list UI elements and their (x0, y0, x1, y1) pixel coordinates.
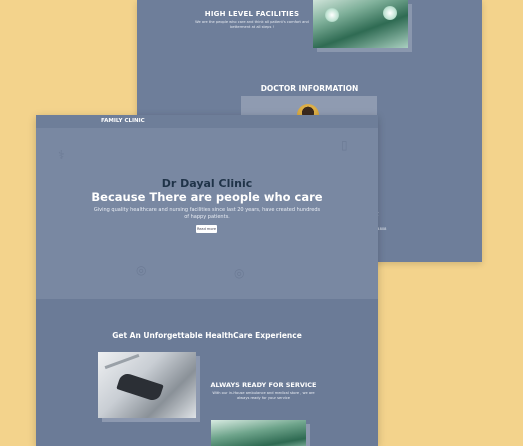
pill-icon: ◎ (136, 263, 147, 277)
hero-tagline: Because There are people who care (91, 190, 323, 204)
experience-heading: Get An Unforgettable HealthCare Experien… (112, 331, 302, 340)
facilities-text: We are the people who care and think all… (195, 20, 309, 29)
surgical-lamp-icon (325, 8, 339, 22)
read-more-button[interactable]: Read more (196, 225, 217, 233)
hero-description: Giving quality healthcare and nursing fa… (93, 207, 321, 220)
vial-icon: ▯ (341, 138, 348, 152)
doctor-heading: DOCTOR INFORMATION (260, 84, 359, 93)
pill-icon: ◎ (234, 266, 245, 280)
service-heading: ALWAYS READY FOR SERVICE (210, 381, 317, 389)
front-page-mockup: FAMILY CLINIC Home About Contact ⚕ ◎ ◎ ▯… (36, 115, 378, 446)
clinic-name: Dr Dayal Clinic (161, 177, 253, 190)
service-text: With our in-House ambulance and medical … (212, 391, 315, 400)
lamp-arm (104, 353, 140, 370)
hero-section: ⚕ ◎ ◎ ▯ Dr Dayal Clinic Because There ar… (36, 128, 378, 299)
surgical-lamp-icon (383, 6, 397, 20)
dental-room-photo (98, 352, 196, 418)
facilities-photo (313, 0, 408, 48)
operation-theatre-photo (211, 420, 306, 446)
syringe-icon: ⚕ (58, 148, 65, 162)
brand-logo[interactable]: FAMILY CLINIC (101, 118, 145, 124)
dental-chair (116, 371, 164, 403)
navbar: FAMILY CLINIC Home About Contact (36, 115, 378, 135)
